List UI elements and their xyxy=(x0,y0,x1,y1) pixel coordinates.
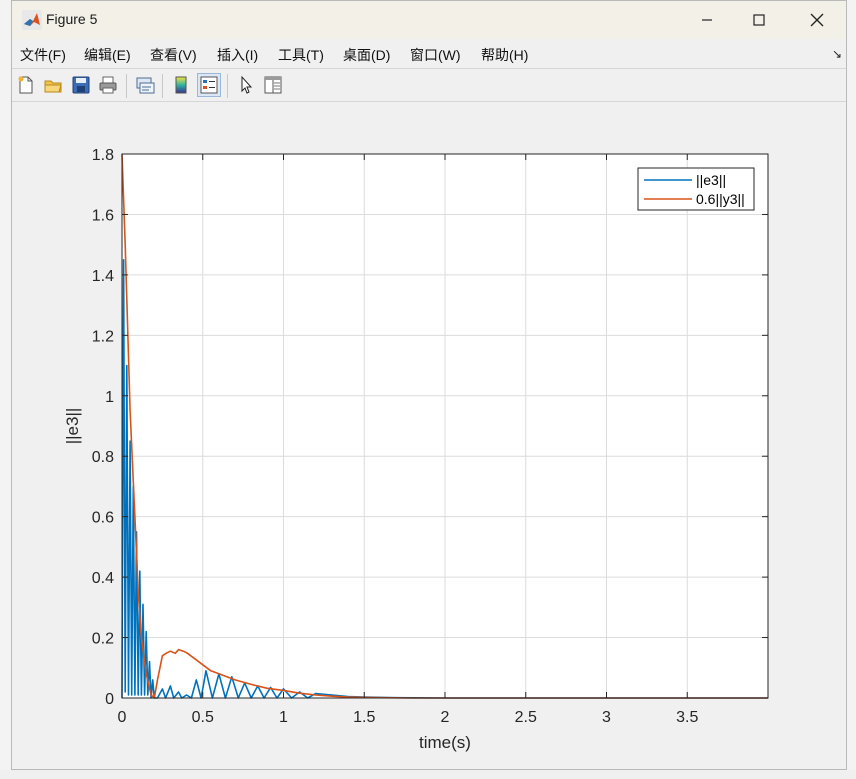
link-icon xyxy=(136,77,155,94)
background-window-right xyxy=(846,0,856,779)
new-figure-button[interactable] xyxy=(14,73,38,97)
x-tick-label: 2 xyxy=(441,709,450,726)
close-button[interactable] xyxy=(794,1,840,39)
window-title: Figure 5 xyxy=(46,11,98,27)
edit-plot-button[interactable] xyxy=(234,73,258,97)
title-bar[interactable]: Figure 5 xyxy=(12,1,846,39)
x-tick-label: 3.5 xyxy=(676,709,698,726)
y-axis-label: ||e3|| xyxy=(63,408,82,445)
minimize-button[interactable] xyxy=(684,1,730,39)
menu-window[interactable]: 窗口(W) xyxy=(410,45,461,65)
menu-insert[interactable]: 插入(I) xyxy=(217,45,258,65)
maximize-icon xyxy=(753,14,765,26)
x-tick-label: 0.5 xyxy=(192,709,214,726)
y-tick-label: 1 xyxy=(105,389,114,406)
line-chart[interactable]: 0 0.5 1 1.5 2 2.5 3 3.5 0 0.2 0.4 0.6 0.8 1 1.2 1.4 1.6 1… xyxy=(12,102,846,769)
colorbar-icon xyxy=(175,76,187,94)
toolbar xyxy=(12,68,846,102)
toolbar-separator xyxy=(162,74,163,98)
x-tick-label: 2.5 xyxy=(515,709,537,726)
figure-canvas[interactable]: 0 0.5 1 1.5 2 2.5 3 3.5 0 0.2 0.4 0.6 0.8 1 1.2 1.4 1.6 1… xyxy=(12,102,846,769)
matlab-logo-icon xyxy=(22,10,42,30)
x-axis-label: time(s) xyxy=(419,733,471,752)
figure-window: Figure 5 文件(F) 编辑(E) 查看(V) 插入(I) 工具(T) 桌… xyxy=(11,0,847,770)
property-editor-icon xyxy=(264,76,282,94)
legend-entry: ||e3|| xyxy=(696,172,726,188)
x-tick-label: 0 xyxy=(118,709,127,726)
y-tick-label: 0.2 xyxy=(92,631,114,648)
y-tick-label: 0.4 xyxy=(92,570,114,587)
save-button[interactable] xyxy=(69,73,93,97)
new-figure-icon xyxy=(18,76,33,94)
y-tick-label: 0 xyxy=(105,691,114,708)
x-tick-label: 1 xyxy=(279,709,288,726)
link-plot-button[interactable] xyxy=(133,73,157,97)
y-tick-label: 1.2 xyxy=(92,328,114,345)
open-file-button[interactable] xyxy=(41,73,65,97)
menu-edit[interactable]: 编辑(E) xyxy=(84,45,131,65)
y-tick-label: 1.8 xyxy=(92,147,114,164)
menu-view[interactable]: 查看(V) xyxy=(150,45,197,65)
dock-arrow-icon[interactable]: ↘ xyxy=(832,47,842,61)
minimize-icon xyxy=(702,19,712,21)
y-tick-label: 0.8 xyxy=(92,449,114,466)
legend-entry: 0.6||y3|| xyxy=(696,191,745,207)
x-tick-label: 3 xyxy=(602,709,611,726)
y-tick-label: 1.6 xyxy=(92,207,114,224)
y-tick-label: 0.6 xyxy=(92,510,114,527)
menu-help[interactable]: 帮助(H) xyxy=(481,45,528,65)
menu-tools[interactable]: 工具(T) xyxy=(278,45,324,65)
close-icon xyxy=(810,13,824,27)
insert-legend-button[interactable] xyxy=(197,73,221,97)
toolbar-separator xyxy=(126,74,127,98)
background-window-bottom xyxy=(0,770,856,779)
property-editor-button[interactable] xyxy=(261,73,285,97)
save-icon xyxy=(72,76,90,94)
print-button[interactable] xyxy=(96,73,120,97)
pointer-icon xyxy=(241,75,253,94)
menu-desktop[interactable]: 桌面(D) xyxy=(343,45,390,65)
maximize-button[interactable] xyxy=(736,1,782,39)
legend[interactable]: ||e3|| 0.6||y3|| xyxy=(637,167,755,211)
print-icon xyxy=(99,76,117,94)
x-tick-label: 1.5 xyxy=(353,709,375,726)
legend-icon xyxy=(200,76,218,94)
insert-colorbar-button[interactable] xyxy=(169,73,193,97)
y-tick-label: 1.4 xyxy=(92,268,114,285)
open-icon xyxy=(44,80,62,93)
menu-file[interactable]: 文件(F) xyxy=(20,45,66,65)
toolbar-separator xyxy=(227,74,228,98)
menu-bar: 文件(F) 编辑(E) 查看(V) 插入(I) 工具(T) 桌面(D) 窗口(W… xyxy=(12,39,846,68)
